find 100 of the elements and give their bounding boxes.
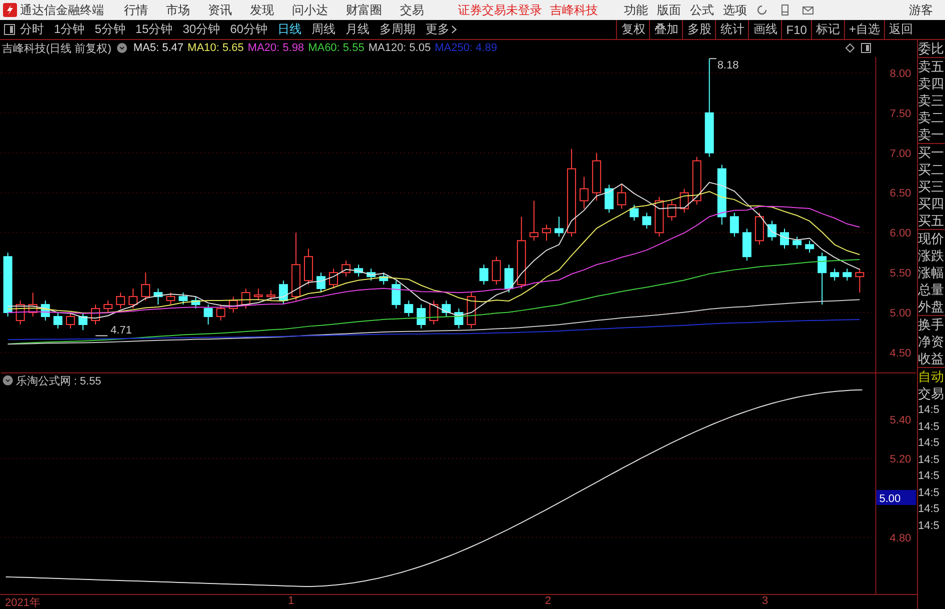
toolbar-button[interactable]: 多股 (682, 20, 716, 39)
mail-icon[interactable] (802, 4, 814, 16)
candlestick (768, 220, 776, 242)
trade-time: 14:5 (918, 469, 940, 484)
more-menu[interactable]: 更多 (425, 21, 450, 38)
period-tab[interactable]: 30分钟 (182, 21, 220, 38)
trade-time: 14:5 (918, 436, 940, 451)
candlestick (529, 200, 538, 242)
candlestick (454, 308, 464, 329)
quote-field-label: 总量 (918, 281, 945, 298)
candlestick (654, 196, 664, 238)
candlestick (154, 288, 163, 306)
candlestick (692, 156, 702, 206)
candlestick (104, 300, 113, 313)
price-axis-label: 7.50 (890, 108, 912, 120)
candlestick (291, 232, 300, 302)
toolbar-button[interactable]: 画线 (748, 20, 782, 39)
toolbar-button[interactable]: +自选 (844, 20, 884, 39)
menu-item[interactable]: 交易 (400, 2, 424, 18)
period-tab[interactable]: 1分钟 (54, 21, 85, 38)
moving-average-value: MA20: 5.98 (248, 42, 304, 54)
candlestick (404, 300, 414, 317)
chevron-down-circle-icon[interactable] (117, 43, 128, 54)
quote-field-label: 买五 (918, 212, 945, 229)
phone-icon[interactable] (779, 4, 791, 16)
candlestick (554, 216, 564, 238)
toolbar-button[interactable]: 叠加 (649, 20, 682, 39)
candlestick (28, 292, 38, 317)
auto-label[interactable]: 自动 (918, 368, 945, 385)
candlestick (379, 272, 388, 286)
chevron-right-icon[interactable] (451, 25, 458, 34)
period-tab[interactable]: 分时 (20, 21, 44, 38)
tool-menu-item[interactable]: 功能 (624, 2, 648, 18)
candlestick (141, 272, 150, 302)
quote-field-label: 涨幅 (918, 264, 945, 281)
indicator-axis-label: 4.80 (890, 532, 912, 544)
quote-field-label: 换手 (918, 316, 945, 333)
user-label[interactable]: 游客 (909, 2, 933, 18)
candlestick (730, 212, 739, 238)
candlestick (754, 212, 764, 246)
candlestick (805, 240, 814, 254)
refresh-icon[interactable] (756, 4, 768, 16)
period-tab[interactable]: 月线 (345, 21, 370, 38)
trade-time: 14:5 (918, 518, 940, 534)
status-text: 证券交易未登录 (458, 2, 542, 18)
candlestick (442, 300, 451, 317)
period-tab[interactable]: 5分钟 (94, 21, 126, 38)
toolbar-button[interactable]: 标记 (810, 20, 844, 39)
menu-item[interactable]: 财富圈 (346, 2, 382, 18)
candlestick (617, 184, 626, 210)
candlestick (592, 152, 602, 202)
candlestick (278, 280, 288, 306)
candlestick (818, 252, 827, 306)
period-tab[interactable]: 60分钟 (230, 21, 268, 38)
candlestick (742, 228, 752, 262)
toolbar-button[interactable]: 复权 (616, 20, 650, 39)
price-axis-label: 5.00 (890, 308, 912, 320)
period-tab[interactable]: 周线 (311, 21, 336, 38)
candlestick (116, 292, 126, 310)
menu-item[interactable]: 行情 (124, 2, 148, 18)
period-tab[interactable]: 日线 (277, 21, 302, 38)
candlestick (354, 264, 364, 278)
quote-field-label: 净资 (918, 333, 945, 350)
quote-field-label: 卖一 (918, 126, 945, 143)
price-axis-label: 5.50 (890, 268, 912, 280)
candlestick (855, 268, 864, 294)
tool-menu-item[interactable]: 版面 (657, 2, 681, 18)
candlestick (504, 264, 514, 294)
menu-item[interactable]: 问小达 (292, 2, 328, 18)
candlestick (40, 300, 50, 321)
date-axis-label: 2 (545, 595, 552, 607)
candlestick (630, 204, 639, 222)
moving-average-value: MA60: 5.55 (308, 42, 364, 54)
diamond-icon[interactable] (845, 43, 855, 54)
candlestick (241, 288, 250, 310)
candlestick (780, 228, 789, 250)
toolbar-button[interactable]: F10 (781, 20, 811, 39)
candlestick (329, 268, 338, 290)
cursor-value-label: 5.00 (876, 490, 916, 505)
panel-toggle-icon[interactable] (4, 24, 15, 35)
period-tab[interactable]: 15分钟 (135, 21, 173, 38)
tool-menu-item[interactable]: 选项 (723, 2, 747, 18)
menu-item[interactable]: 发现 (250, 2, 274, 18)
chart-title: 吉峰科技(日线 前复权) (2, 42, 112, 56)
quote-field-label: 委比 (918, 40, 945, 57)
menu-item[interactable]: 市场 (166, 2, 190, 18)
toolbar-button[interactable]: 统计 (715, 20, 748, 39)
toolbar-button[interactable]: 返回 (884, 20, 917, 39)
tool-menu-item[interactable]: 公式 (690, 2, 714, 18)
candlestick (642, 212, 652, 230)
candlestick (392, 280, 401, 310)
candlestick (3, 252, 12, 317)
indicator-title: 乐淘公式网 : 5.55 (2, 375, 102, 388)
candlestick (91, 304, 100, 325)
candlestick (429, 300, 438, 325)
period-tab[interactable]: 多周期 (379, 21, 416, 38)
quote-field-label: 卖四 (918, 75, 945, 92)
panel-toggle-icon[interactable] (861, 43, 871, 54)
menu-item[interactable]: 资讯 (208, 2, 232, 18)
candlestick (492, 256, 501, 286)
